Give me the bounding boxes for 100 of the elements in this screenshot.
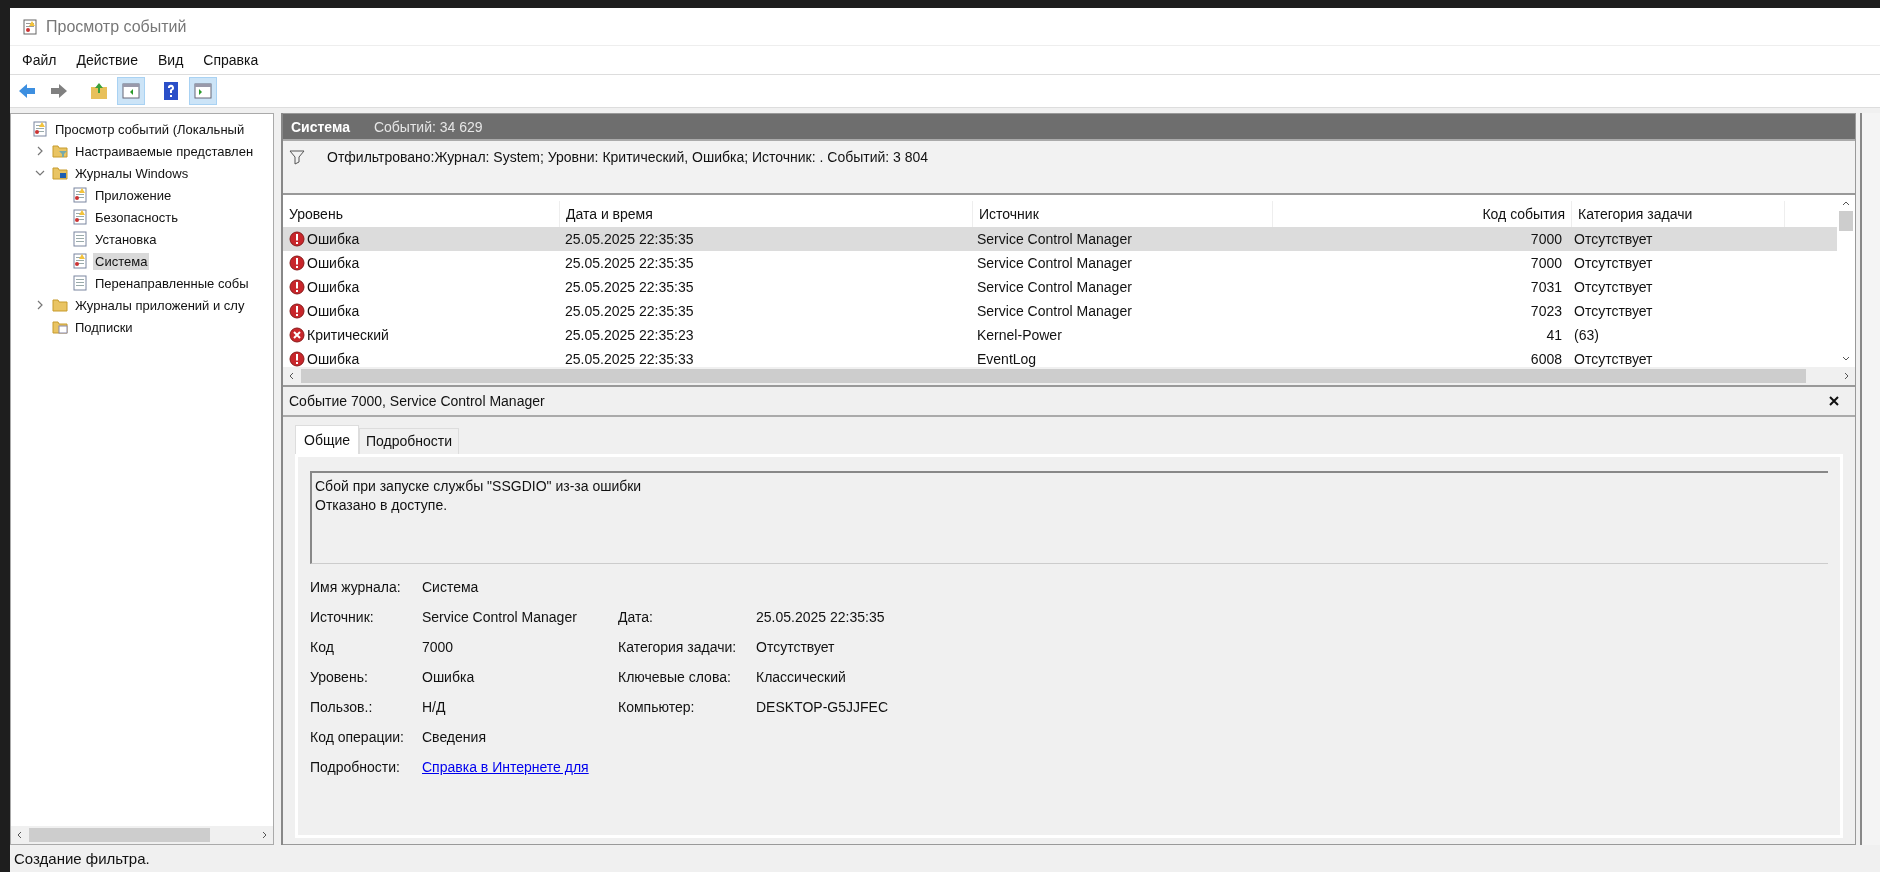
filter-summary: Отфильтровано:Журнал: System; Уровни: Критический, Ошибка; Источник: . Событий: 3 804 <box>327 149 929 165</box>
field-value: Service Control Manager <box>422 608 578 627</box>
right-arrow-icon <box>49 81 69 101</box>
tree-item[interactable]: Перенаправленные собы <box>93 274 251 292</box>
folder-icon <box>52 143 68 159</box>
folder-icon <box>52 165 68 181</box>
tree-item[interactable]: Приложение <box>93 186 174 204</box>
table-cell-text: 25.05.2025 22:35:23 <box>564 327 695 343</box>
message-line: Сбой при запуске службы "SSGDIO" из-за ошибки <box>315 477 643 496</box>
folder-icon <box>52 297 68 313</box>
log-title: Система <box>291 118 350 135</box>
filter-icon <box>289 149 305 165</box>
log-icon <box>72 231 88 247</box>
table-cell-text: 25.05.2025 22:35:33 <box>564 351 695 367</box>
menu-item[interactable]: Файл <box>22 52 57 68</box>
tree-item[interactable]: Просмотр событий (Локальный <box>53 120 247 138</box>
log-icon <box>72 187 88 203</box>
panel-toggle-button[interactable] <box>117 77 145 105</box>
panel-icon <box>121 81 141 101</box>
table-cell-text: Service Control Manager <box>976 255 1133 271</box>
table-row[interactable]: Ошибка 25.05.2025 22:35:35 Service Control Manager 7031 Отсутствует <box>283 275 1837 299</box>
field-label: Ключевые слова: <box>618 668 732 687</box>
table-cell: Ошибка <box>307 303 360 319</box>
tree-item[interactable]: Система <box>93 252 150 270</box>
field-value: Отсутствует <box>756 638 836 657</box>
message-line: Отказано в доступе. <box>315 496 449 515</box>
tab[interactable]: Общие <box>295 425 360 454</box>
field-label: Источник: <box>310 608 375 627</box>
table-cell: Ошибка <box>307 351 360 367</box>
scrollbar-thumb[interactable] <box>301 369 1807 383</box>
field-value: Система <box>422 578 480 597</box>
table-cell: Ошибка <box>307 279 360 295</box>
tree-item[interactable]: Безопасность <box>93 208 180 226</box>
table-cell-text: (63) <box>1573 327 1600 343</box>
log-icon <box>72 209 88 225</box>
folder-arrow-icon <box>89 81 109 101</box>
field-value: Н/Д <box>422 698 447 717</box>
menu-item[interactable]: Действие <box>76 52 138 68</box>
field-value: Классический <box>756 668 847 687</box>
table-cell-text: Service Control Manager <box>976 303 1133 319</box>
scrollbar-thumb[interactable] <box>1839 211 1853 231</box>
table-cell-text: 7023 <box>1529 303 1563 319</box>
field-label: Уровень: <box>310 668 369 687</box>
tree-item[interactable]: Подписки <box>73 318 135 336</box>
menu-item[interactable]: Вид <box>157 52 184 68</box>
table-row[interactable]: Ошибка 25.05.2025 22:35:35 Service Control Manager 7000 Отсутствует <box>283 227 1837 251</box>
field-label: Дата: <box>618 608 654 627</box>
status-text: Создание фильтра. <box>14 850 150 867</box>
field-value: Ошибка <box>422 668 476 687</box>
table-row[interactable]: Критический 25.05.2025 22:35:23 Kernel-Power 41 (63) <box>283 323 1837 347</box>
table-row[interactable]: Ошибка 25.05.2025 22:35:33 EventLog 6008 Отсутствует <box>283 347 1837 371</box>
help-link[interactable]: Справка в Интернете для <box>422 758 618 777</box>
field-label: Имя журнала: <box>310 578 402 597</box>
tree-item[interactable]: Журналы приложений и слу <box>73 296 247 314</box>
table-cell: Ошибка <box>307 255 360 271</box>
folder-icon <box>52 319 68 335</box>
panel-icon <box>193 81 213 101</box>
tree-item[interactable]: Настраиваемые представлен <box>73 142 256 160</box>
chevron-icon[interactable] <box>35 300 45 310</box>
tree-item[interactable]: Журналы Windows <box>73 164 191 182</box>
field-label: Компьютер: <box>618 698 696 717</box>
table-cell-text: 7000 <box>1529 255 1563 271</box>
table-row[interactable]: Ошибка 25.05.2025 22:35:35 Service Control Manager 7000 Отсутствует <box>283 251 1837 275</box>
field-value: 25.05.2025 22:35:35 <box>756 608 886 627</box>
chevron-icon[interactable] <box>35 146 45 156</box>
close-icon[interactable] <box>1829 396 1839 406</box>
event-title: Событие 7000, Service Control Manager <box>289 393 545 409</box>
table-cell-text: 7031 <box>1529 279 1563 295</box>
log-icon <box>32 121 48 137</box>
table-cell-text: 25.05.2025 22:35:35 <box>564 279 695 295</box>
table-cell-text: Отсутствует <box>1573 231 1654 247</box>
table-cell-text: EventLog <box>976 351 1038 367</box>
menu-item[interactable]: Справка <box>203 52 259 68</box>
field-label: Код <box>310 638 335 657</box>
table-cell-text: 25.05.2025 22:35:35 <box>564 231 695 247</box>
tab[interactable]: Подробности <box>359 428 460 454</box>
table-cell-text: 25.05.2025 22:35:35 <box>564 303 695 319</box>
table-row[interactable]: Ошибка 25.05.2025 22:35:35 Service Control Manager 7023 Отсутствует <box>283 299 1837 323</box>
tree-item[interactable]: Установка <box>93 230 159 248</box>
table-cell-text: 41 <box>1545 327 1563 343</box>
panel-toggle-button[interactable] <box>189 77 217 105</box>
field-label: Категория задачи: <box>618 638 738 657</box>
table-cell-text: 25.05.2025 22:35:35 <box>564 255 695 271</box>
field-value: 7000 <box>422 638 455 657</box>
left-arrow-icon <box>17 81 37 101</box>
window-title: Просмотр событий <box>46 17 187 36</box>
log-icon <box>72 275 88 291</box>
table-cell: Ошибка <box>307 231 360 247</box>
field-label: Пользов.: <box>310 698 374 717</box>
field-value: Сведения <box>422 728 487 747</box>
table-cell-text: Отсутствует <box>1573 303 1654 319</box>
table-cell-text: Service Control Manager <box>976 231 1133 247</box>
scrollbar-thumb[interactable] <box>29 828 210 842</box>
field-value: DESKTOP-G5JJFEC <box>756 698 889 717</box>
table-cell-text: Отсутствует <box>1573 351 1654 367</box>
chevron-icon[interactable] <box>35 168 45 178</box>
table-cell-text: Service Control Manager <box>976 279 1133 295</box>
table-cell-text: Отсутствует <box>1573 279 1654 295</box>
event-count: Событий: 34 629 <box>373 118 483 135</box>
field-label: Подробности: <box>310 758 401 777</box>
